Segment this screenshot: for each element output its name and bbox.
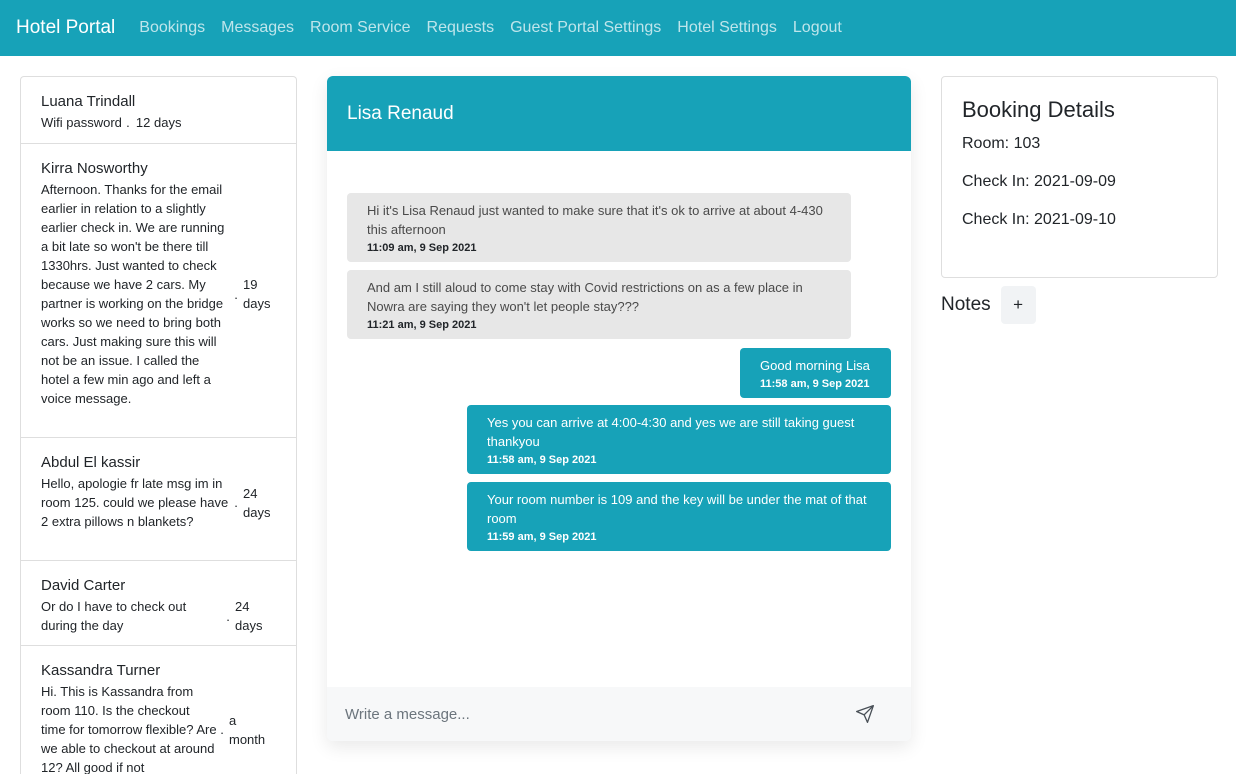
conversation-guest-name: Kassandra Turner xyxy=(41,662,161,679)
conversation-preview-row: Or do I have to check out during the day… xyxy=(41,597,276,635)
conversation-guest-name: Kirra Nosworthy xyxy=(41,160,148,177)
message-timestamp: 11:59 am, 9 Sep 2021 xyxy=(487,531,597,543)
notes-section: Notes + xyxy=(941,286,1036,324)
booking-details-title: Booking Details xyxy=(962,97,1115,122)
conversation-item[interactable]: Abdul El kassir Hello, apologie fr late … xyxy=(21,438,296,561)
message-text: Hi it's Lisa Renaud just wanted to make … xyxy=(367,203,823,237)
message-composer xyxy=(327,687,911,741)
nav-hotel-settings[interactable]: Hotel Settings xyxy=(669,19,785,37)
conversation-age: a month xyxy=(229,712,266,747)
conversation-preview-row: Hi. This is Kassandra from room 110. Is … xyxy=(41,682,276,774)
booking-check-in: Check In: 2021-09-09 xyxy=(962,173,1116,190)
conversation-guest-name: Luana Trindall xyxy=(41,93,136,110)
conversation-preview: Wifi password xyxy=(41,115,122,130)
incoming-message: And am I still aloud to come stay with C… xyxy=(347,270,851,339)
separator-dot: . xyxy=(126,115,130,130)
chat-header: Lisa Renaud xyxy=(327,76,911,151)
outgoing-message: Yes you can arrive at 4:00-4:30 and yes … xyxy=(467,405,891,474)
conversation-age: 24 days xyxy=(235,599,263,633)
conversation-preview-row: Hello, apologie fr late msg im in room 1… xyxy=(41,474,276,531)
message-text: Your room number is 109 and the key will… xyxy=(487,492,867,526)
nav-logout[interactable]: Logout xyxy=(785,19,850,37)
add-note-button[interactable]: + xyxy=(1000,286,1036,324)
booking-details-card: Booking Details Room: 103 Check In: 2021… xyxy=(941,76,1218,278)
message-input[interactable] xyxy=(345,705,853,723)
separator-dot: . xyxy=(226,608,230,624)
conversation-item[interactable]: Kassandra Turner Hi. This is Kassandra f… xyxy=(21,646,296,774)
message-timestamp: 11:21 am, 9 Sep 2021 xyxy=(367,319,477,331)
conversation-preview: Hello, apologie fr late msg im in room 1… xyxy=(41,476,229,529)
conversation-preview: Afternoon. Thanks for the email earlier … xyxy=(41,182,225,406)
message-text: And am I still aloud to come stay with C… xyxy=(367,280,803,314)
separator-dot: . xyxy=(234,495,238,510)
conversation-age: 24 days xyxy=(243,485,271,520)
conversation-age: 12 days xyxy=(135,115,182,130)
outgoing-message: Your room number is 109 and the key will… xyxy=(467,482,891,551)
booking-check-out: Check In: 2021-09-10 xyxy=(962,211,1116,228)
message-text: Yes you can arrive at 4:00-4:30 and yes … xyxy=(487,415,855,449)
message-thread[interactable]: Hi it's Lisa Renaud just wanted to make … xyxy=(327,151,911,687)
conversation-item[interactable]: Luana Trindall Wifi password . 12 days xyxy=(21,77,296,144)
conversation-item[interactable]: David Carter Or do I have to check out d… xyxy=(21,561,296,646)
nav-guest-portal-settings[interactable]: Guest Portal Settings xyxy=(502,19,669,37)
brand-logo[interactable]: Hotel Portal xyxy=(16,17,115,39)
conversation-preview: Or do I have to check out during the day xyxy=(41,599,187,633)
separator-dot: . xyxy=(220,722,224,737)
booking-room: Room: 103 xyxy=(962,135,1041,152)
conversation-preview-row: Afternoon. Thanks for the email earlier … xyxy=(41,180,276,408)
notes-title: Notes xyxy=(941,294,991,315)
conversation-list: Luana Trindall Wifi password . 12 days K… xyxy=(20,76,297,774)
conversation-item[interactable]: Kirra Nosworthy Afternoon. Thanks for th… xyxy=(21,144,296,438)
message-timestamp: 11:58 am, 9 Sep 2021 xyxy=(760,378,870,390)
nav-requests[interactable]: Requests xyxy=(419,19,503,37)
top-navbar: Hotel Portal Bookings Messages Room Serv… xyxy=(0,0,1236,56)
conversation-guest-name: Abdul El kassir xyxy=(41,454,141,471)
conversation-guest-name: David Carter xyxy=(41,577,126,594)
message-timestamp: 11:58 am, 9 Sep 2021 xyxy=(487,454,597,466)
send-icon[interactable] xyxy=(853,702,877,726)
chat-panel: Lisa Renaud Hi it's Lisa Renaud just wan… xyxy=(327,76,911,741)
message-text: Good morning Lisa xyxy=(760,358,870,373)
incoming-message: Hi it's Lisa Renaud just wanted to make … xyxy=(347,193,851,262)
outgoing-message: Good morning Lisa 11:58 am, 9 Sep 2021 xyxy=(740,348,891,398)
message-timestamp: 11:09 am, 9 Sep 2021 xyxy=(367,242,477,254)
separator-dot: . xyxy=(234,286,238,302)
conversation-preview-row: Wifi password . 12 days xyxy=(41,113,276,132)
nav-messages[interactable]: Messages xyxy=(213,19,302,37)
chat-guest-name: Lisa Renaud xyxy=(347,102,454,124)
conversation-preview: Hi. This is Kassandra from room 110. Is … xyxy=(41,684,217,774)
conversation-age: 19 days xyxy=(243,277,271,311)
nav-room-service[interactable]: Room Service xyxy=(302,19,418,37)
nav-bookings[interactable]: Bookings xyxy=(131,19,213,37)
